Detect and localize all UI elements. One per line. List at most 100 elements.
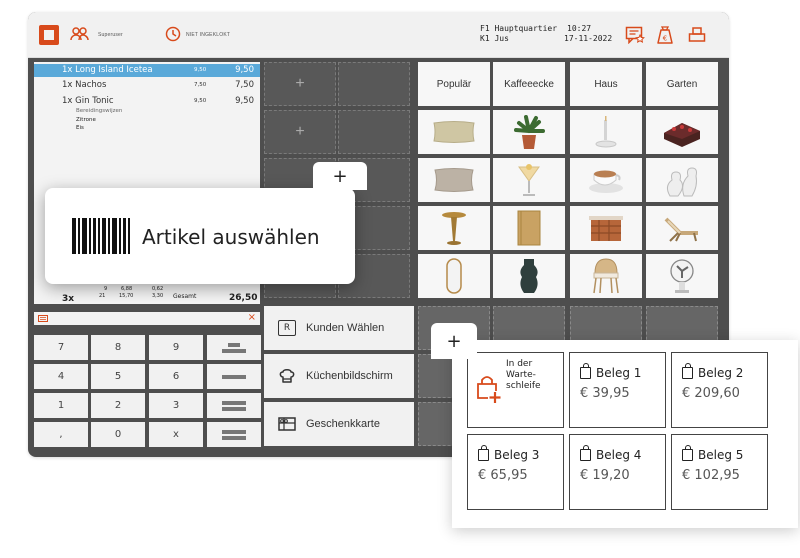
product-tile[interactable] [570,206,642,250]
receipt-card[interactable]: Beleg 2 € 209,60 [671,352,768,428]
keypad-key[interactable]: x [149,422,203,447]
modifier-item: Eis [76,125,84,131]
category-tab-garten[interactable]: Garten [646,62,718,106]
keypad-key[interactable]: 0 [91,422,145,447]
product-tile[interactable] [646,110,718,154]
modifier-item: Zitrone [76,117,96,123]
waiting-queue-label: In der Warte-schleife [506,359,541,391]
keypad-key[interactable]: 7 [34,335,88,360]
summary-col1-bottom: 21 [99,293,106,299]
screenshot-stage: Superuser NIET INGEKLOKT F1 Hauptquartie… [0,0,800,558]
gift-card-label: Geschenkkarte [306,418,380,430]
clear-icon[interactable]: × [248,312,256,323]
add-receipt-button[interactable]: + [431,323,477,359]
receipt-card[interactable]: Beleg 4 € 19,20 [569,434,666,510]
receipt-card[interactable]: Beleg 3 € 65,95 [467,434,564,510]
shopping-bag-icon [682,363,693,379]
function-key-1[interactable] [207,335,261,360]
receipts-panel: In der Warte-schleife Beleg 1 € 39,95 Be… [452,340,798,528]
empty-slot[interactable] [338,110,410,154]
keypad-key[interactable]: 2 [91,393,145,418]
user-label: Superuser [98,32,123,38]
product-tile[interactable] [493,206,565,250]
kitchen-screen-label: Küchenbildschirm [306,370,393,382]
empty-slot[interactable]: + [264,110,336,154]
message-icon[interactable] [625,26,645,44]
side-table-icon [442,212,466,245]
order-totals: 3x 9 21 6,88 15,70 0,62 3,30 Gesamt 26,5… [34,286,260,304]
shopping-bag-icon [682,445,693,461]
coffee-cup-icon [589,170,623,193]
time-display: 10:27 [567,24,592,33]
plant-icon [514,115,545,149]
keypad-key[interactable]: 5 [91,364,145,389]
empty-slot[interactable]: + [264,62,336,106]
customer-icon: R [278,320,296,336]
keypad-key[interactable]: 6 [149,364,203,389]
lounge-chair-icon [664,217,698,242]
keypad-key[interactable]: 9 [149,335,203,360]
printer-icon[interactable] [688,27,706,43]
product-tile[interactable] [570,254,642,298]
product-tile[interactable] [418,158,490,202]
kitchen-screen-button[interactable]: Küchenbildschirm [264,354,414,398]
select-customer-button[interactable]: R Kunden Wählen [264,306,414,350]
keypad-key[interactable]: 4 [34,364,88,389]
keypad-input-bar[interactable]: × [34,312,260,325]
order-row[interactable]: 1x Long Island Icetea 9,50 9,50 [34,64,260,77]
gift-card-button[interactable]: Geschenkkarte [264,402,414,446]
select-customer-label: Kunden Wählen [306,322,385,334]
receipt-card[interactable]: Beleg 1 € 39,95 [569,352,666,428]
product-tile[interactable] [418,110,490,154]
app-logo [39,25,59,45]
function-key-2[interactable] [207,364,261,389]
svg-text:€: € [663,35,667,43]
barcode-icon [72,218,130,254]
receipt-title: Beleg 3 [494,448,540,462]
order-row[interactable]: 1x Gin Tonic 9,50 9,50 [34,95,260,108]
clock-icon[interactable] [165,26,181,42]
summary-col2-top: 6,88 [121,286,133,292]
product-tile[interactable] [570,158,642,202]
product-tile[interactable] [646,254,718,298]
category-tab-kaffeeecke[interactable]: Kaffeeecke [493,62,565,106]
product-tile[interactable] [418,206,490,250]
product-tile[interactable] [570,110,642,154]
product-tile[interactable] [646,206,718,250]
mirror-icon [446,258,462,294]
order-item-price: 9,50 [194,67,207,73]
order-row[interactable]: 1x Nachos 7,50 7,50 [34,79,260,92]
product-tile[interactable] [493,158,565,202]
function-key-4[interactable] [207,422,261,447]
add-article-button[interactable]: + [313,162,367,190]
category-tab-haus[interactable]: Haus [570,62,642,106]
summary-col3-top: 0,62 [152,286,164,292]
function-key-3[interactable] [207,393,261,418]
candle-holder-icon [595,116,617,148]
waiting-queue-card[interactable]: In der Warte-schleife [467,352,564,428]
product-tile[interactable] [493,254,565,298]
keypad-key[interactable]: 3 [149,393,203,418]
order-item-name: 1x Gin Tonic [62,96,114,106]
modifier-caption: Bereidingswijzen [76,108,123,114]
keypad-key[interactable]: 1 [34,393,88,418]
product-tile[interactable] [646,158,718,202]
empty-slot[interactable] [338,62,410,106]
receipt-amount: € 39,95 [580,386,630,401]
product-tile[interactable] [493,110,565,154]
product-tile[interactable] [418,254,490,298]
receipt-card[interactable]: Beleg 5 € 102,95 [671,434,768,510]
receipt-title: Beleg 4 [596,448,642,462]
select-article-card[interactable]: Artikel auswählen [45,188,355,284]
order-item-price: 9,50 [194,98,207,104]
users-icon[interactable] [70,27,90,41]
keypad-key[interactable]: , [34,422,88,447]
item-count: 3x [62,294,75,304]
receipt-title: Beleg 5 [698,448,744,462]
plus-icon: + [295,123,305,140]
keyboard-icon[interactable] [38,315,48,322]
cash-register-icon[interactable]: € [656,25,674,45]
category-tab-populaer[interactable]: Populär [418,62,490,106]
plus-icon: + [446,330,462,352]
keypad-key[interactable]: 8 [91,335,145,360]
